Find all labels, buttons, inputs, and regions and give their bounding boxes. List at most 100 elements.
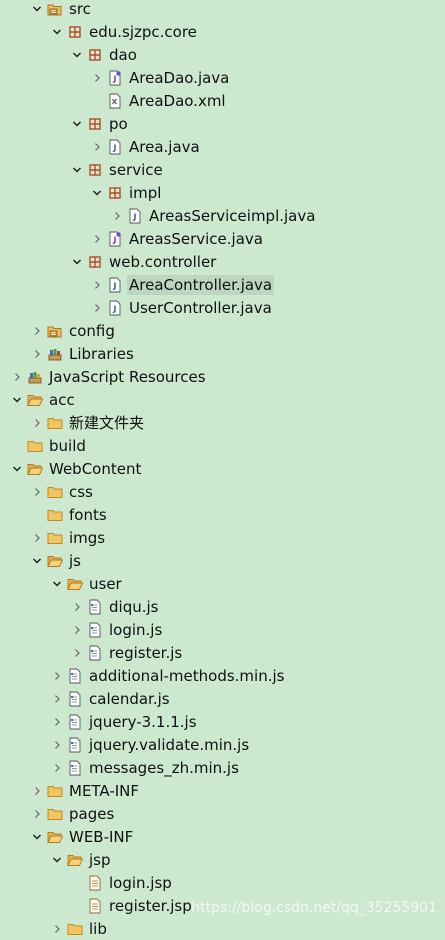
tree-item[interactable]: js bbox=[0, 549, 445, 572]
java-interface-icon bbox=[107, 231, 123, 247]
chevron-down-icon[interactable] bbox=[89, 185, 105, 201]
chevron-right-icon[interactable] bbox=[89, 70, 105, 86]
tree-item[interactable]: src bbox=[0, 0, 445, 20]
tree-item[interactable]: WebContent bbox=[0, 457, 445, 480]
chevron-down-icon[interactable] bbox=[69, 254, 85, 270]
tree-item[interactable]: calendar.js bbox=[0, 687, 445, 710]
tree-item-label: AreasServiceimpl.java bbox=[149, 206, 316, 225]
tree-item[interactable]: WEB-INF bbox=[0, 825, 445, 848]
tree-item[interactable]: AreaDao.xml bbox=[0, 89, 445, 112]
tree-item[interactable]: AreaController.java bbox=[0, 273, 445, 296]
tree-item[interactable]: Libraries bbox=[0, 342, 445, 365]
chevron-right-icon[interactable] bbox=[29, 323, 45, 339]
tree-item[interactable]: login.jsp bbox=[0, 871, 445, 894]
tree-item[interactable]: messages_zh.min.js bbox=[0, 756, 445, 779]
tree-item[interactable]: service bbox=[0, 158, 445, 181]
tree-item[interactable]: AreasServiceimpl.java bbox=[0, 204, 445, 227]
folder-icon bbox=[67, 921, 83, 937]
tree-item[interactable]: jquery.validate.min.js bbox=[0, 733, 445, 756]
chevron-right-icon[interactable] bbox=[49, 921, 65, 937]
jsp-file-icon bbox=[87, 875, 103, 891]
chevron-right-icon[interactable] bbox=[69, 645, 85, 661]
chevron-right-icon[interactable] bbox=[49, 691, 65, 707]
chevron-right-icon[interactable] bbox=[49, 714, 65, 730]
tree-item-label: Area.java bbox=[129, 137, 200, 156]
chevron-down-icon[interactable] bbox=[9, 392, 25, 408]
chevron-right-icon[interactable] bbox=[69, 599, 85, 615]
tree-item[interactable]: lib bbox=[0, 917, 445, 940]
chevron-right-icon[interactable] bbox=[89, 231, 105, 247]
chevron-right-icon[interactable] bbox=[29, 346, 45, 362]
chevron-right-icon[interactable] bbox=[89, 277, 105, 293]
chevron-right-icon[interactable] bbox=[9, 369, 25, 385]
folder-icon bbox=[47, 484, 63, 500]
chevron-right-icon[interactable] bbox=[69, 622, 85, 638]
js-file-icon bbox=[67, 714, 83, 730]
tree-item[interactable]: register.js bbox=[0, 641, 445, 664]
tree-item[interactable]: po bbox=[0, 112, 445, 135]
tree-item[interactable]: additional-methods.min.js bbox=[0, 664, 445, 687]
chevron-right-icon[interactable] bbox=[29, 415, 45, 431]
chevron-right-icon[interactable] bbox=[109, 208, 125, 224]
chevron-right-icon[interactable] bbox=[29, 783, 45, 799]
tree-item-label: acc bbox=[49, 390, 75, 409]
chevron-right-icon[interactable] bbox=[89, 139, 105, 155]
java-file-icon bbox=[127, 208, 143, 224]
tree-item[interactable]: jsp bbox=[0, 848, 445, 871]
chevron-down-icon[interactable] bbox=[29, 1, 45, 17]
tree-item-label: AreaController.java bbox=[127, 274, 275, 295]
tree-item[interactable]: JavaScript Resources bbox=[0, 365, 445, 388]
chevron-down-icon[interactable] bbox=[69, 162, 85, 178]
tree-item[interactable]: AreaDao.java bbox=[0, 66, 445, 89]
tree-item[interactable]: css bbox=[0, 480, 445, 503]
chevron-down-icon[interactable] bbox=[49, 24, 65, 40]
tree-item[interactable]: Area.java bbox=[0, 135, 445, 158]
folder-icon bbox=[47, 783, 63, 799]
tree-item[interactable]: login.js bbox=[0, 618, 445, 641]
tree-item[interactable]: impl bbox=[0, 181, 445, 204]
chevron-right-icon[interactable] bbox=[29, 530, 45, 546]
chevron-right-icon[interactable] bbox=[49, 737, 65, 753]
tree-item[interactable]: pages bbox=[0, 802, 445, 825]
watermark: https://blog.csdn.net/qq_35255901 bbox=[191, 900, 437, 916]
chevron-down-icon[interactable] bbox=[49, 852, 65, 868]
tree-item[interactable]: dao bbox=[0, 43, 445, 66]
package-icon bbox=[87, 116, 103, 132]
folder-open-icon bbox=[67, 576, 83, 592]
folder-open-icon bbox=[47, 553, 63, 569]
chevron-right-icon[interactable] bbox=[89, 300, 105, 316]
chevron-down-icon[interactable] bbox=[69, 47, 85, 63]
tree-item[interactable]: UserController.java bbox=[0, 296, 445, 319]
chevron-right-icon[interactable] bbox=[49, 760, 65, 776]
tree-item-label: src bbox=[69, 0, 91, 18]
tree-item-label: 新建文件夹 bbox=[69, 413, 145, 432]
tree-item[interactable]: edu.sjzpc.core bbox=[0, 20, 445, 43]
tree-item-label: additional-methods.min.js bbox=[89, 666, 285, 685]
tree-item[interactable]: acc bbox=[0, 388, 445, 411]
chevron-right-icon[interactable] bbox=[29, 484, 45, 500]
chevron-down-icon[interactable] bbox=[49, 576, 65, 592]
tree-item[interactable]: web.controller bbox=[0, 250, 445, 273]
chevron-right-icon[interactable] bbox=[49, 668, 65, 684]
chevron-down-icon[interactable] bbox=[69, 116, 85, 132]
chevron-right-icon[interactable] bbox=[29, 806, 45, 822]
chevron-down-icon[interactable] bbox=[29, 829, 45, 845]
folder-icon bbox=[47, 507, 63, 523]
chevron-down-icon[interactable] bbox=[29, 553, 45, 569]
tree-item[interactable]: imgs bbox=[0, 526, 445, 549]
tree-item[interactable]: config bbox=[0, 319, 445, 342]
chevron-down-icon[interactable] bbox=[9, 461, 25, 477]
tree-item[interactable]: AreasService.java bbox=[0, 227, 445, 250]
tree-item[interactable]: META-INF bbox=[0, 779, 445, 802]
tree-item-label: messages_zh.min.js bbox=[89, 758, 239, 777]
tree-item[interactable]: 新建文件夹 bbox=[0, 411, 445, 434]
js-file-icon bbox=[87, 645, 103, 661]
tree-item[interactable]: user bbox=[0, 572, 445, 595]
js-file-icon bbox=[67, 737, 83, 753]
tree-item[interactable]: diqu.js bbox=[0, 595, 445, 618]
tree-item[interactable]: build bbox=[0, 434, 445, 457]
tree-item[interactable]: jquery-3.1.1.js bbox=[0, 710, 445, 733]
package-icon bbox=[87, 162, 103, 178]
tree-item[interactable]: fonts bbox=[0, 503, 445, 526]
